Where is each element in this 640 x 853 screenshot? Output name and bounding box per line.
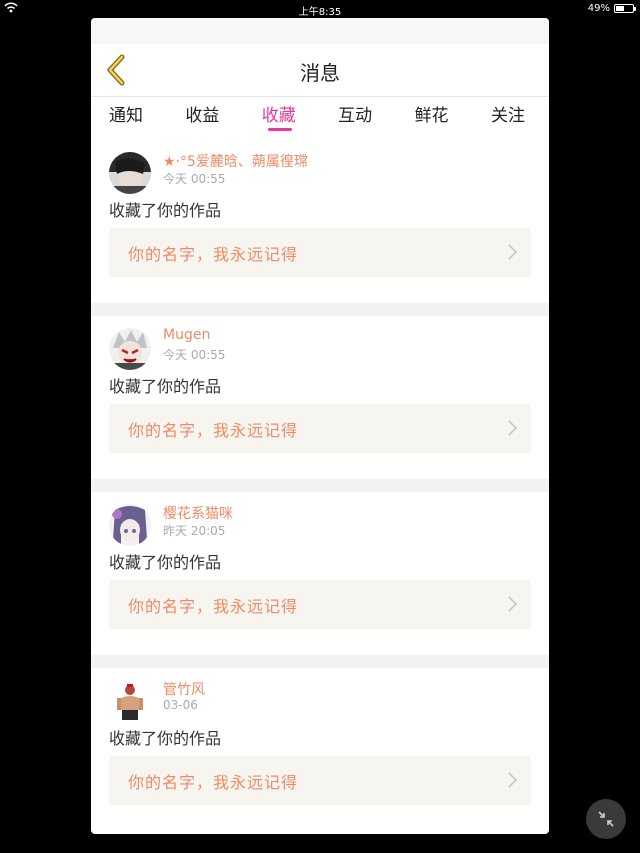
battery-status: 49% [587,3,636,14]
username[interactable]: ★·°5爱麓晗、蒴属徨瑺 [163,151,308,171]
divider [91,303,549,316]
status-time: 上午8:35 [298,7,342,18]
timestamp: 今天 00:55 [163,348,226,362]
message-card: ★·°5爱麓晗、蒴属徨瑺 今天 00:55 收藏了你的作品 你的名字，我永远记得 [91,140,549,303]
top-strip [91,18,549,44]
work-link[interactable]: 你的名字，我永远记得 [109,404,531,453]
timestamp: 昨天 20:05 [163,524,226,538]
avatar[interactable] [109,328,151,370]
tab-bar: 通知 收益 收藏 互动 鲜花 关注 [91,97,549,139]
battery-icon [614,4,636,13]
chevron-right-icon [508,596,517,612]
work-link[interactable]: 你的名字，我永远记得 [109,228,531,277]
avatar[interactable] [109,504,151,546]
username[interactable]: 樱花系猫咪 [163,503,233,523]
divider [91,479,549,492]
action-text: 收藏了你的作品 [109,201,222,220]
collapse-icon [598,811,614,827]
work-title: 你的名字，我永远记得 [128,597,299,616]
chevron-right-icon [508,420,517,436]
page-title: 消息 [300,61,340,85]
username[interactable]: Mugen [163,327,210,343]
collapse-button[interactable] [586,799,626,839]
chevron-right-icon [508,244,517,260]
work-link[interactable]: 你的名字，我永远记得 [109,580,531,629]
avatar[interactable] [109,152,151,194]
work-title: 你的名字，我永远记得 [128,245,299,264]
chevron-right-icon [508,772,517,788]
tab-favorites[interactable]: 收藏 [262,97,338,139]
action-text: 收藏了你的作品 [109,377,222,396]
work-title: 你的名字，我永远记得 [128,421,299,440]
action-text: 收藏了你的作品 [109,553,222,572]
messages-panel: 消息 通知 收益 收藏 互动 鲜花 关注 ★·°5爱麓晗、蒴属徨瑺 今天 00:… [91,18,549,834]
active-tab-indicator [267,128,292,131]
work-link[interactable]: 你的名字，我永远记得 [109,756,531,805]
work-title: 你的名字，我永远记得 [128,773,299,792]
tab-follow[interactable]: 关注 [491,97,549,139]
avatar[interactable] [109,680,151,722]
tab-earnings[interactable]: 收益 [185,97,261,139]
battery-percent: 49% [587,3,610,14]
action-text: 收藏了你的作品 [109,729,222,748]
message-card: 樱花系猫咪 昨天 20:05 收藏了你的作品 你的名字，我永远记得 [91,492,549,655]
message-card: Mugen 今天 00:55 收藏了你的作品 你的名字，我永远记得 [91,316,549,479]
divider [91,655,549,668]
nav-header: 消息 [91,44,549,97]
timestamp: 03-06 [163,698,198,712]
tab-interaction[interactable]: 互动 [338,97,414,139]
timestamp: 今天 00:55 [163,172,226,186]
tab-flowers[interactable]: 鲜花 [415,97,491,139]
tab-notice[interactable]: 通知 [109,97,185,139]
message-card: 管竹风 03-06 收藏了你的作品 你的名字，我永远记得 [91,668,549,831]
username[interactable]: 管竹风 [163,679,205,699]
status-bar: 上午8:35 49% [0,0,640,18]
tab-favorites-label: 收藏 [261,106,296,126]
